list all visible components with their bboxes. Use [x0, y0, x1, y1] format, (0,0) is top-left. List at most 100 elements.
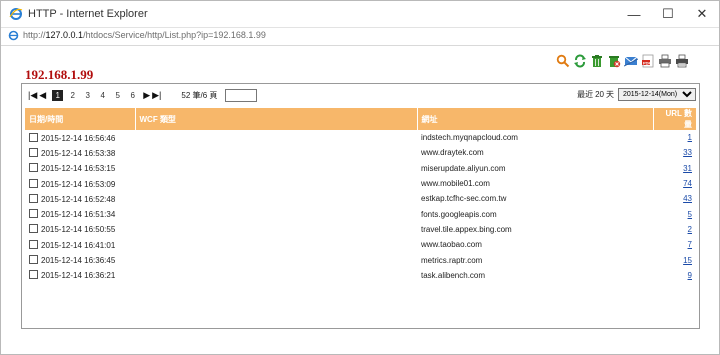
datetime-text: 2015-12-14 16:53:09 [41, 179, 116, 189]
minimize-button[interactable]: — [617, 1, 651, 27]
url-cell: metrics.raptr.com [421, 255, 483, 265]
url-count-link[interactable]: 33 [683, 148, 692, 157]
page-link-2[interactable]: 2 [67, 90, 78, 101]
datetime-cell: 2015-12-14 16:36:45 [25, 252, 135, 267]
browser-window: HTTP - Internet Explorer — ☐ ✕ http://12… [0, 0, 720, 355]
url-count-link[interactable]: 9 [688, 271, 692, 280]
url-cell: travel.tile.appex.bing.com [421, 224, 512, 234]
address-bar[interactable]: http://127.0.0.1/htdocs/Service/http/Lis… [1, 27, 719, 46]
last-page-button[interactable]: ▶| [152, 90, 161, 101]
url-cell: miserupdate.aliyun.com [421, 163, 506, 173]
url-cell: www.draytek.com [421, 148, 484, 158]
datetime-text: 2015-12-14 16:53:15 [41, 164, 116, 174]
row-checkbox[interactable] [29, 224, 38, 234]
url-count-link[interactable]: 7 [688, 240, 692, 249]
url-count-cell: 31 [653, 161, 696, 176]
svg-text:PDF: PDF [643, 60, 652, 65]
page-link-5[interactable]: 5 [112, 90, 123, 101]
first-page-button[interactable]: |◀ [28, 90, 37, 101]
column-header-datetime[interactable]: 日期/時間 [25, 108, 135, 130]
wcf-type-cell [135, 191, 417, 206]
page-icon [8, 30, 19, 41]
table-row: 2015-12-14 16:53:15 miserupdate.aliyun.co… [25, 161, 696, 176]
url-count-link[interactable]: 15 [683, 256, 692, 265]
search-icon[interactable] [556, 54, 570, 68]
url-count-link[interactable]: 31 [683, 164, 692, 173]
url-cell: estkap.tcfhc-sec.com.tw [421, 194, 507, 204]
date-select[interactable]: 2015-12-14(Mon) [618, 88, 696, 101]
row-checkbox[interactable] [29, 178, 38, 188]
delete-icon[interactable] [590, 54, 604, 68]
url-count-cell: 2 [653, 222, 696, 237]
datetime-text: 2015-12-14 16:36:21 [41, 271, 116, 281]
url-count-link[interactable]: 1 [688, 133, 692, 142]
wcf-type-cell [135, 130, 417, 145]
column-header-url-count[interactable]: URL 數量 [652, 108, 696, 130]
goto-page-input[interactable] [225, 88, 258, 102]
pdf-icon[interactable]: PDF [641, 54, 655, 68]
maximize-button[interactable]: ☐ [651, 1, 685, 27]
table-row: 2015-12-14 16:50:55 travel.tile.appex.bin… [25, 222, 696, 237]
minimize-icon: — [627, 6, 641, 22]
row-checkbox[interactable] [29, 209, 38, 219]
table-row: 2015-12-14 16:53:09 www.mobile01.com 74 [25, 176, 696, 191]
table-row: 2015-12-14 16:53:38 www.draytek.com 33 [25, 145, 696, 160]
datetime-text: 2015-12-14 16:53:38 [41, 148, 116, 158]
url-count-link[interactable]: 43 [683, 194, 692, 203]
row-checkbox[interactable] [29, 132, 38, 142]
url-count-cell: 15 [653, 252, 696, 267]
row-checkbox[interactable] [29, 255, 38, 265]
wcf-type-cell [135, 237, 417, 252]
print-all-icon[interactable] [675, 54, 689, 68]
row-checkbox[interactable] [29, 270, 38, 280]
table-row: 2015-12-14 16:41:01 www.taobao.com 7 [25, 237, 696, 252]
next-page-button[interactable]: ▶ [143, 90, 150, 101]
url-count-link[interactable]: 2 [688, 225, 692, 234]
print-icon[interactable] [658, 54, 672, 68]
url-cell: indstech.myqnapcloud.com [421, 133, 518, 143]
table-header-row: 日期/時間 WCF 類型 網址 URL 數量 [25, 108, 696, 130]
wcf-type-cell [135, 222, 417, 237]
wcf-type-cell [135, 176, 417, 191]
internet-explorer-icon [9, 8, 23, 20]
page-link-3[interactable]: 3 [82, 90, 93, 101]
url-count-link[interactable]: 5 [688, 210, 692, 219]
email-icon[interactable] [624, 54, 638, 68]
page-link-6[interactable]: 6 [127, 90, 138, 101]
datetime-text: 2015-12-14 16:56:46 [41, 133, 116, 143]
prev-page-button[interactable]: ◀ [39, 90, 46, 101]
table-row: 2015-12-14 16:56:46 indstech.myqnapcloud.… [25, 130, 696, 145]
wcf-type-cell [135, 252, 417, 267]
pagination: |◀ ◀ 1 2 3 4 5 6 ▶ ▶| 52 筆/6 頁 [28, 88, 258, 102]
page-content: PDF 192.168.1.99 |◀ ◀ 1 2 3 4 5 6 ▶ ▶| 5… [1, 45, 719, 354]
window-title: HTTP - Internet Explorer [28, 8, 148, 20]
page-link-4[interactable]: 4 [97, 90, 108, 101]
row-checkbox[interactable] [29, 193, 38, 203]
column-header-wcf-type[interactable]: WCF 類型 [134, 108, 417, 130]
delete-all-icon[interactable] [607, 54, 621, 68]
close-button[interactable]: ✕ [685, 1, 719, 27]
ip-address-title: 192.168.1.99 [25, 67, 94, 82]
url-count-cell: 1 [653, 130, 696, 145]
table-row: 2015-12-14 16:36:21 task.alibench.com 9 [25, 268, 696, 283]
row-checkbox[interactable] [29, 163, 38, 173]
url-count-cell: 43 [653, 191, 696, 206]
record-count: 52 筆/6 頁 [181, 90, 218, 100]
datetime-text: 2015-12-14 16:50:55 [41, 225, 116, 235]
recent-days-filter: 最近 20 天 2015-12-14(Mon) [577, 88, 696, 101]
url-count-cell: 9 [653, 268, 696, 283]
url-cell: fonts.googleapis.com [421, 209, 497, 219]
row-checkbox[interactable] [29, 147, 38, 157]
url-count-link[interactable]: 74 [683, 179, 692, 188]
row-checkbox[interactable] [29, 239, 38, 249]
url-text[interactable]: http://127.0.0.1/htdocs/Service/http/Lis… [23, 30, 266, 40]
url-count-cell: 5 [653, 206, 696, 221]
datetime-cell: 2015-12-14 16:53:15 [25, 161, 135, 176]
url-cell: task.alibench.com [421, 270, 486, 280]
datetime-cell: 2015-12-14 16:51:34 [25, 206, 135, 221]
page-link-1[interactable]: 1 [52, 89, 64, 101]
column-header-url[interactable]: 網址 [416, 108, 653, 130]
wcf-type-cell [135, 161, 417, 176]
wcf-type-cell [135, 268, 417, 283]
refresh-icon[interactable] [573, 54, 587, 68]
